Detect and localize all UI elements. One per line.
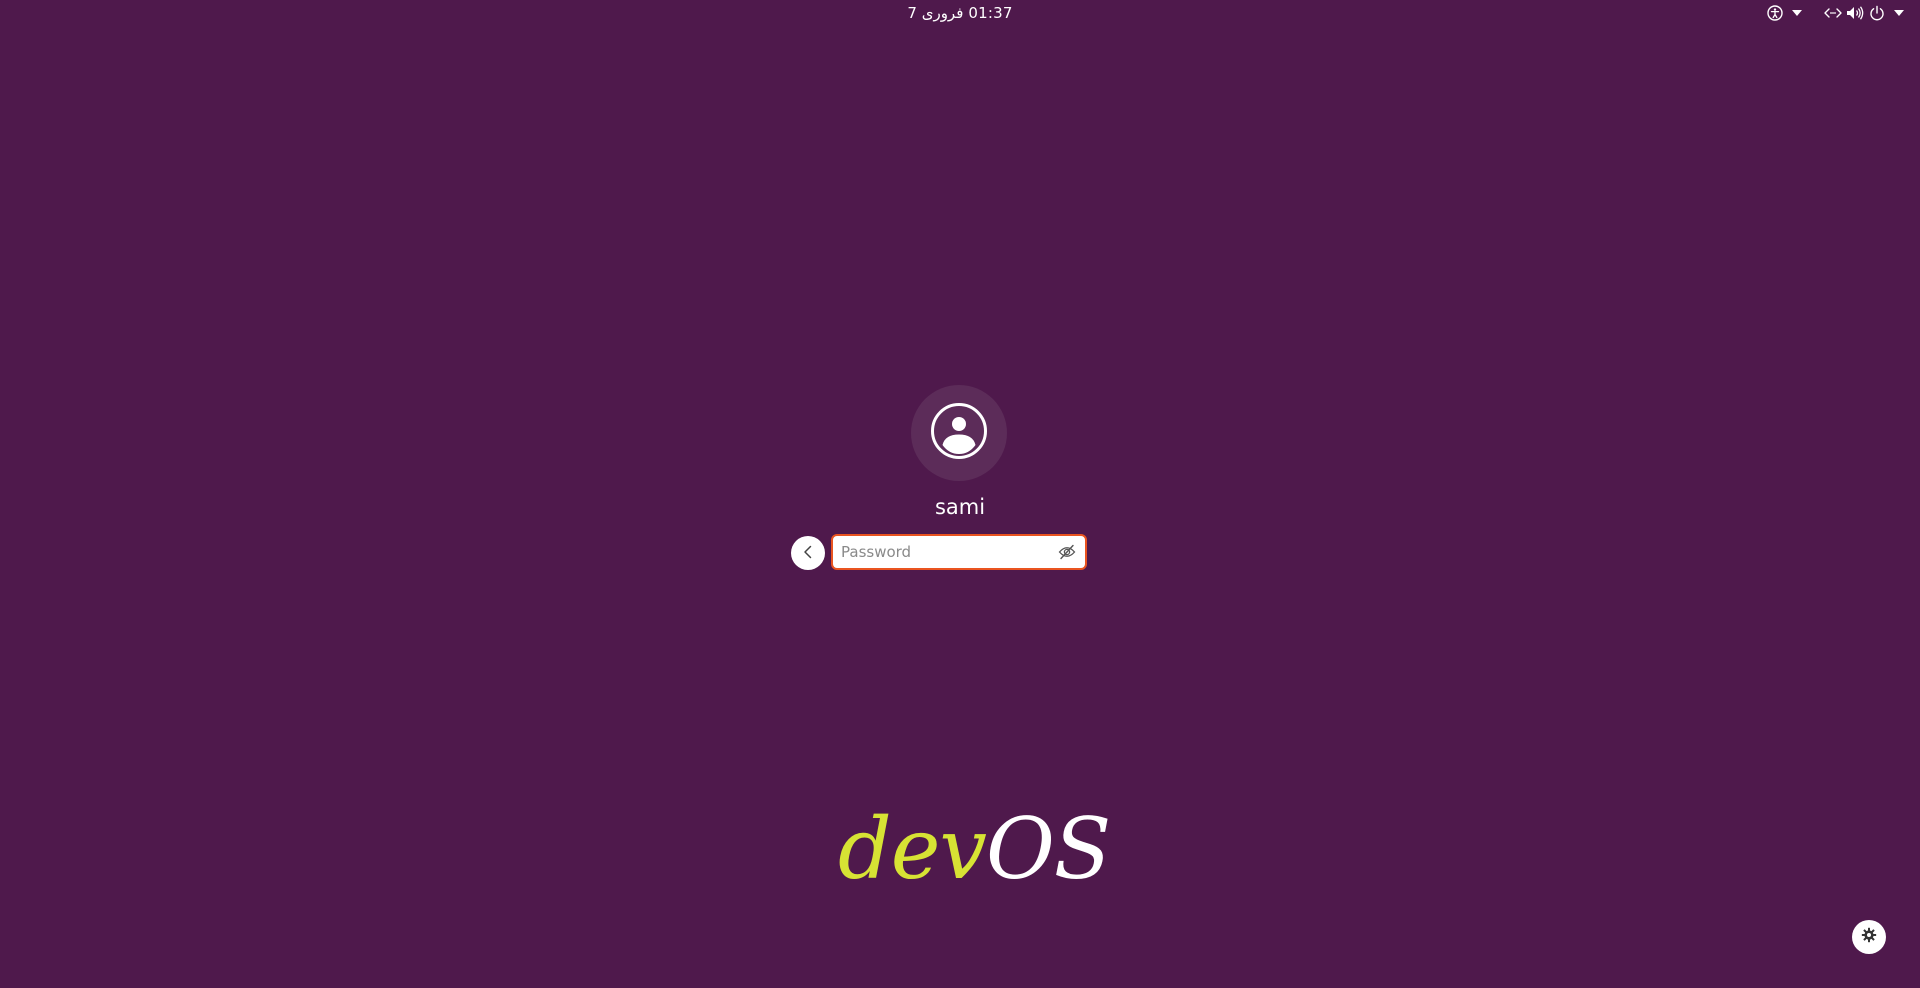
user-avatar	[911, 385, 1007, 481]
password-input[interactable]	[841, 536, 1051, 568]
volume-icon[interactable]	[1844, 3, 1866, 23]
accessibility-menu-arrow-icon[interactable]	[1786, 3, 1808, 23]
system-menu-arrow-icon[interactable]	[1888, 3, 1910, 23]
top-bar: فروری 7 01:37	[0, 0, 1920, 26]
power-icon[interactable]	[1866, 3, 1888, 23]
chevron-left-icon	[802, 544, 814, 563]
gear-icon	[1861, 927, 1877, 947]
accessibility-icon[interactable]	[1764, 3, 1786, 23]
logo-os-text: OS	[985, 800, 1111, 898]
network-icon[interactable]	[1822, 3, 1844, 23]
username-label: sami	[934, 495, 986, 519]
devos-logo: devOS	[838, 804, 1111, 894]
settings-button[interactable]	[1852, 920, 1886, 954]
clock[interactable]: فروری 7 01:37	[0, 4, 1920, 22]
eye-slash-icon[interactable]	[1057, 543, 1077, 561]
system-tray	[1764, 3, 1910, 23]
clock-time: 01:37	[968, 4, 1013, 22]
password-field[interactable]	[831, 534, 1087, 570]
user-avatar-icon	[930, 402, 988, 464]
logo-dev-text: dev	[838, 800, 987, 898]
clock-date: فروری 7	[907, 4, 964, 22]
back-button[interactable]	[791, 536, 825, 570]
